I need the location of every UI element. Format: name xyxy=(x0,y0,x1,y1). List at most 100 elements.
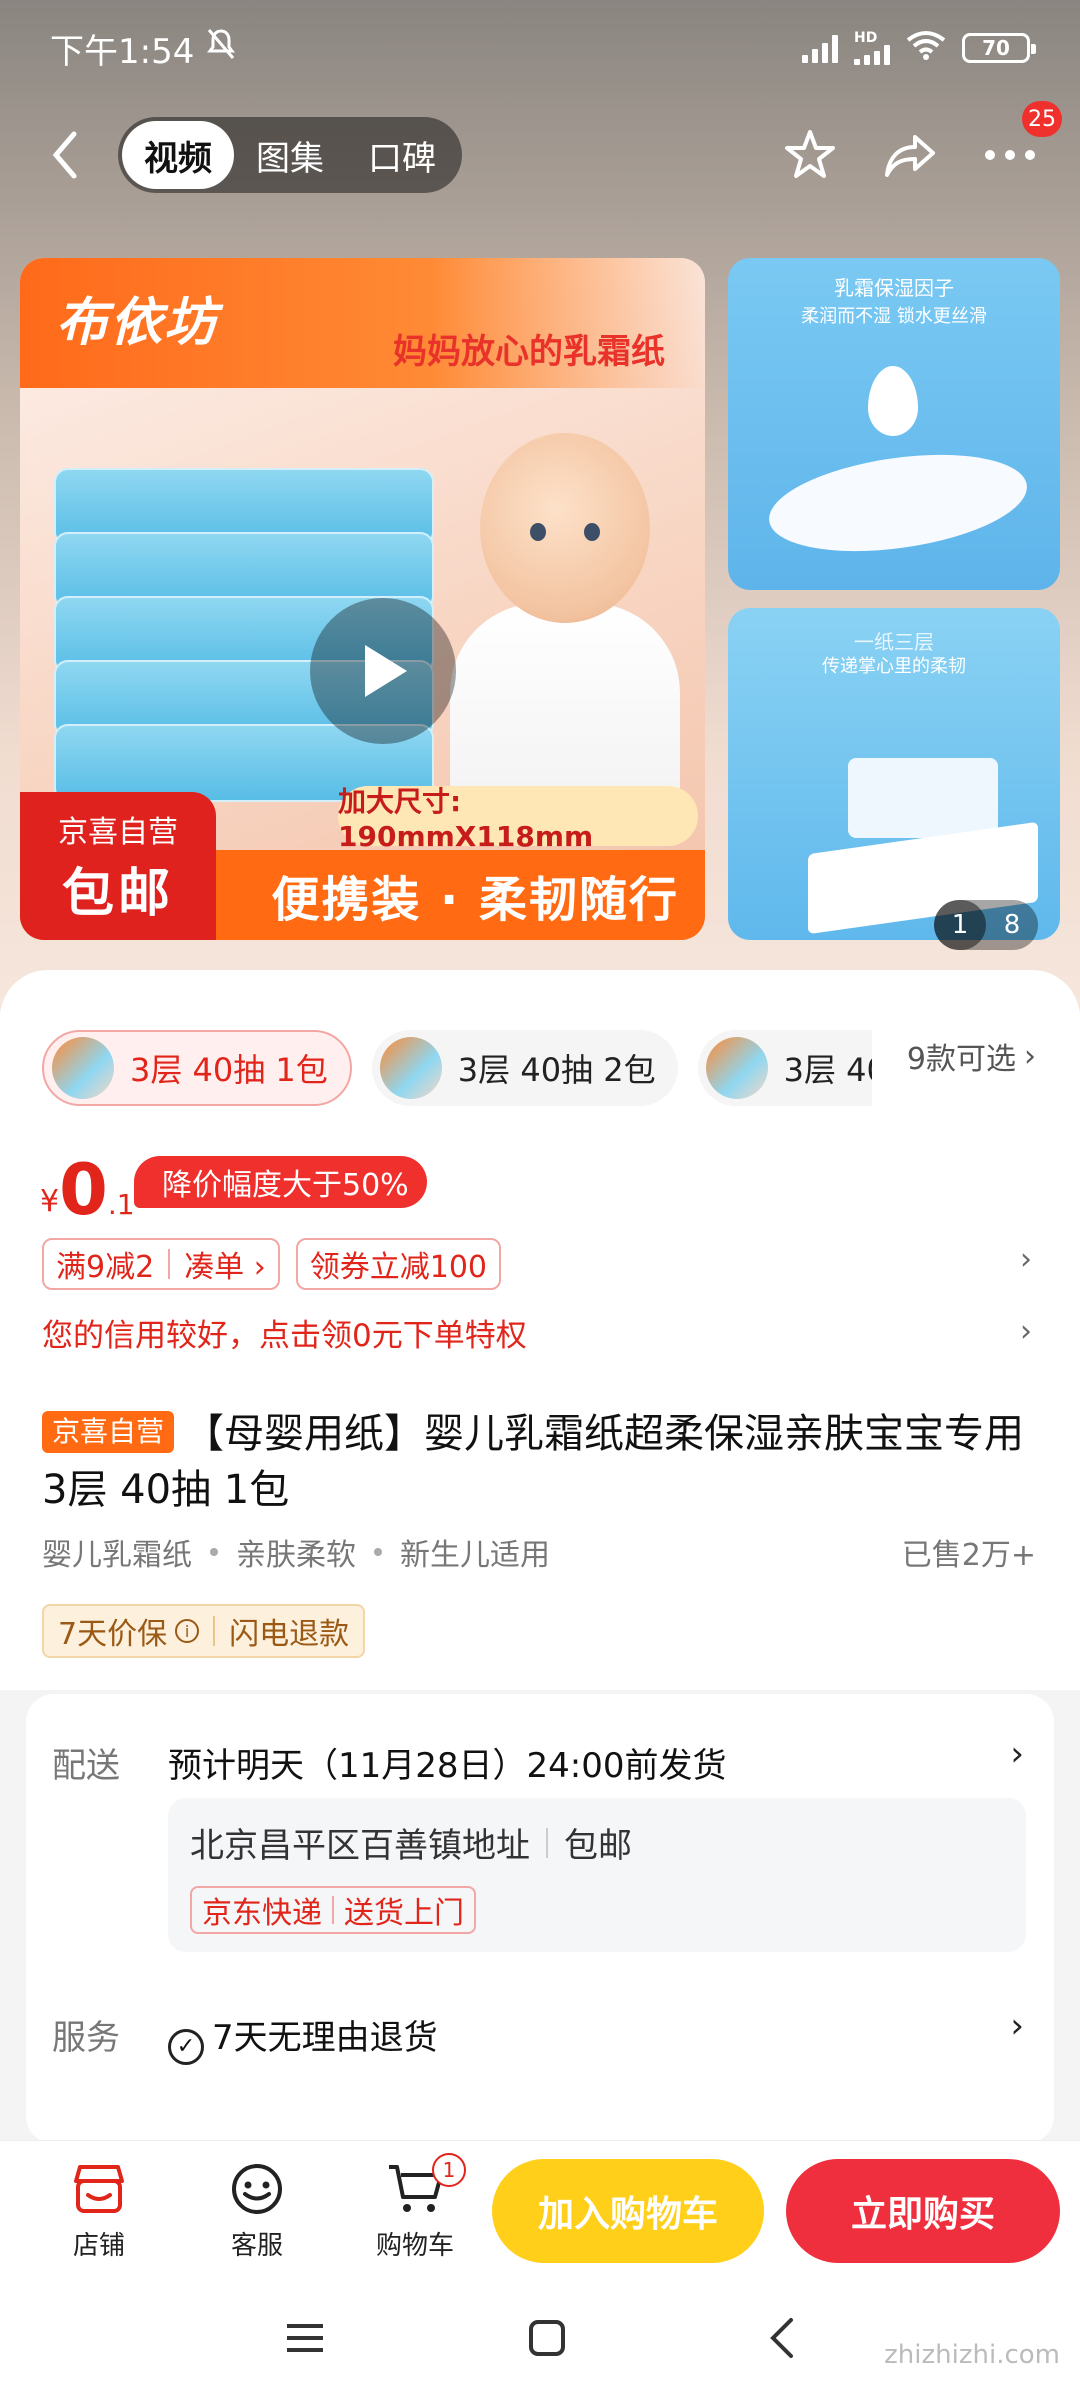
share-button[interactable] xyxy=(880,125,940,185)
address-box[interactable]: 北京昌平区百善镇地址 包邮 京东快递 送货上门 xyxy=(168,1798,1026,1952)
carrier-service: 送货上门 xyxy=(344,1896,464,1931)
product-title-block: 京喜自营 【母婴用纸】婴儿乳霜纸超柔保湿亲肤宝宝专用 3层 40抽 1包 xyxy=(42,1406,1042,1518)
more-variants-label: 9款可选 xyxy=(906,1042,1016,1077)
back-arrow-icon xyxy=(52,131,77,179)
tab-video[interactable]: 视频 xyxy=(122,121,234,189)
back-nav-icon[interactable] xyxy=(767,2316,797,2364)
tab-reviews[interactable]: 口碑 xyxy=(346,121,458,189)
price-protect-label: 7天价保 xyxy=(58,1617,168,1652)
service-label: 服务 xyxy=(52,2018,120,2058)
thumb2-subtitle: 传递掌心里的柔韧 xyxy=(822,656,966,677)
gallery-thumb-2[interactable]: 一纸三层 传递掌心里的柔韧 xyxy=(728,608,1060,940)
variant-option[interactable]: 3层 40抽 2包 xyxy=(371,1030,678,1106)
product-attributes: 婴儿乳霜纸 亲肤柔软 新生儿适用 xyxy=(42,1530,550,1574)
delivery-eta[interactable]: 预计明天（11月28日）24:00前发货 xyxy=(168,1738,727,1787)
wifi-icon xyxy=(906,30,946,67)
variant-thumb xyxy=(52,1037,114,1099)
status-time: 下午1:54 xyxy=(50,31,195,72)
variant-label: 3层 40抽 2包 xyxy=(457,1051,656,1089)
chevron-right-icon[interactable]: › xyxy=(1020,1242,1032,1277)
sold-count: 已售2万+ xyxy=(901,1538,1036,1573)
quick-refund-label: 闪电退款 xyxy=(229,1617,350,1652)
cart-label: 购物车 xyxy=(375,2231,454,2261)
variant-option[interactable]: 3层 40 xyxy=(697,1030,872,1106)
signal-icon-2 xyxy=(854,45,890,65)
variant-label: 3层 40 xyxy=(783,1051,872,1089)
slogan-text: 妈妈放心的乳霜纸 xyxy=(393,332,665,372)
more-button[interactable]: 25 xyxy=(980,101,1062,185)
status-bar: 下午1:54 HD 70 xyxy=(0,0,1080,96)
price-currency: ¥ xyxy=(40,1184,60,1219)
more-variants-link[interactable]: 9款可选 › xyxy=(907,1034,1036,1078)
brand-logo: 布依坊 xyxy=(56,292,219,353)
mute-icon xyxy=(206,28,236,68)
signal-icon xyxy=(802,33,838,63)
home-icon[interactable] xyxy=(527,2318,567,2362)
back-button[interactable] xyxy=(40,120,90,190)
combine-order-link[interactable]: 凑单 › xyxy=(184,1242,266,1286)
watermark: zhizhizhi.com xyxy=(884,2340,1060,2370)
price: ¥ 0 .1 xyxy=(40,1155,135,1225)
attribute: 亲肤柔软 xyxy=(236,1538,356,1573)
discount-chip[interactable]: 满9减2 凑单 › xyxy=(42,1238,280,1290)
variant-selector: 3层 40抽 1包 3层 40抽 2包 3层 40 xyxy=(42,1030,872,1106)
attribute: 新生儿适用 xyxy=(400,1538,550,1573)
gallery-counter: 1 8 xyxy=(934,900,1038,950)
service-label: 客服 xyxy=(230,2231,283,2261)
customer-service-button[interactable]: 客服 xyxy=(178,2159,336,2262)
corner-tag-line1: 京喜自营 xyxy=(58,814,178,850)
service-value: 7天无理由退货 xyxy=(212,2018,438,2058)
carrier-name: 京东快递 xyxy=(202,1896,322,1931)
cart-count-badge: 1 xyxy=(432,2153,466,2187)
shipping-fee: 包邮 xyxy=(564,1826,632,1866)
media-tabs: 视频 图集 口碑 xyxy=(118,117,462,193)
gallery-total: 8 xyxy=(1003,910,1021,940)
coupon-chip[interactable]: 领券立减100 xyxy=(295,1238,501,1290)
guarantee-badge[interactable]: 7天价保 i 闪电退款 xyxy=(42,1604,366,1658)
service-value-row[interactable]: ✓ 7天无理由退货 xyxy=(168,2010,438,2065)
play-video-button[interactable] xyxy=(310,598,456,744)
chevron-right-icon[interactable]: › xyxy=(1020,1314,1032,1349)
battery-level: 70 xyxy=(982,36,1010,60)
cream-illustration xyxy=(763,440,1033,566)
chevron-right-icon: › xyxy=(1024,1038,1036,1074)
favorite-button[interactable] xyxy=(780,125,840,185)
more-dots-icon xyxy=(985,150,1035,160)
add-to-cart-button[interactable]: 加入购物车 xyxy=(492,2159,764,2263)
thumb2-title: 一纸三层 xyxy=(854,630,934,654)
self-operated-tag: 京喜自营 xyxy=(42,1411,175,1453)
hd-label: HD xyxy=(854,30,878,46)
tab-gallery[interactable]: 图集 xyxy=(234,121,346,189)
coupon-label: 领券立减100 xyxy=(309,1250,487,1285)
promo-row: 满9减2 凑单 › 领券立减100 xyxy=(42,1238,501,1290)
star-icon xyxy=(785,130,835,178)
delivery-card: 配送 预计明天（11月28日）24:00前发货 › 北京昌平区百善镇地址 包邮 … xyxy=(26,1694,1054,2144)
share-icon xyxy=(885,135,935,177)
menu-icon[interactable] xyxy=(283,2320,327,2360)
cart-button[interactable]: 1 购物车 xyxy=(336,2153,494,2262)
chevron-right-icon[interactable]: › xyxy=(1010,2006,1024,2046)
attribute: 婴儿乳霜纸 xyxy=(42,1538,192,1573)
buy-now-button[interactable]: 立即购买 xyxy=(786,2159,1060,2263)
delivery-label: 配送 xyxy=(52,1746,120,1786)
thumb1-subtitle: 柔润而不湿 锁水更丝滑 xyxy=(801,306,987,327)
carrier-tag: 京东快递 送货上门 xyxy=(190,1886,476,1934)
discount-label: 满9减2 xyxy=(56,1250,155,1285)
store-button[interactable]: 店铺 xyxy=(20,2159,178,2262)
variant-label: 3层 40抽 1包 xyxy=(130,1051,328,1089)
main-product-image[interactable]: 布依坊 妈妈放心的乳霜纸 加大尺寸: 190mmX118mm 便携装 · 柔韧随… xyxy=(20,258,705,940)
chevron-right-icon[interactable]: › xyxy=(1010,1734,1024,1774)
store-icon xyxy=(69,2159,129,2219)
message-badge: 25 xyxy=(1022,101,1062,137)
self-operated-corner-tag: 京喜自营 包邮 xyxy=(20,792,216,940)
check-circle-icon: ✓ xyxy=(168,2028,204,2065)
credit-offer-link[interactable]: 您的信用较好，点击领0元下单特权 xyxy=(42,1310,527,1355)
bottom-action-bar: 店铺 客服 1 购物车 加入购物车 立即购买 xyxy=(0,2140,1080,2280)
chat-face-icon xyxy=(227,2159,287,2219)
variant-option[interactable]: 3层 40抽 1包 xyxy=(42,1030,352,1106)
price-drop-badge: 降价幅度大于50% xyxy=(134,1156,427,1208)
product-title: 【母婴用纸】婴儿乳霜纸超柔保湿亲肤宝宝专用 3层 40抽 1包 xyxy=(42,1411,1025,1513)
gallery-thumb-1[interactable]: 乳霜保湿因子 柔润而不湿 锁水更丝滑 xyxy=(728,258,1060,590)
price-integer: 0 xyxy=(59,1149,108,1231)
play-icon xyxy=(365,645,407,697)
